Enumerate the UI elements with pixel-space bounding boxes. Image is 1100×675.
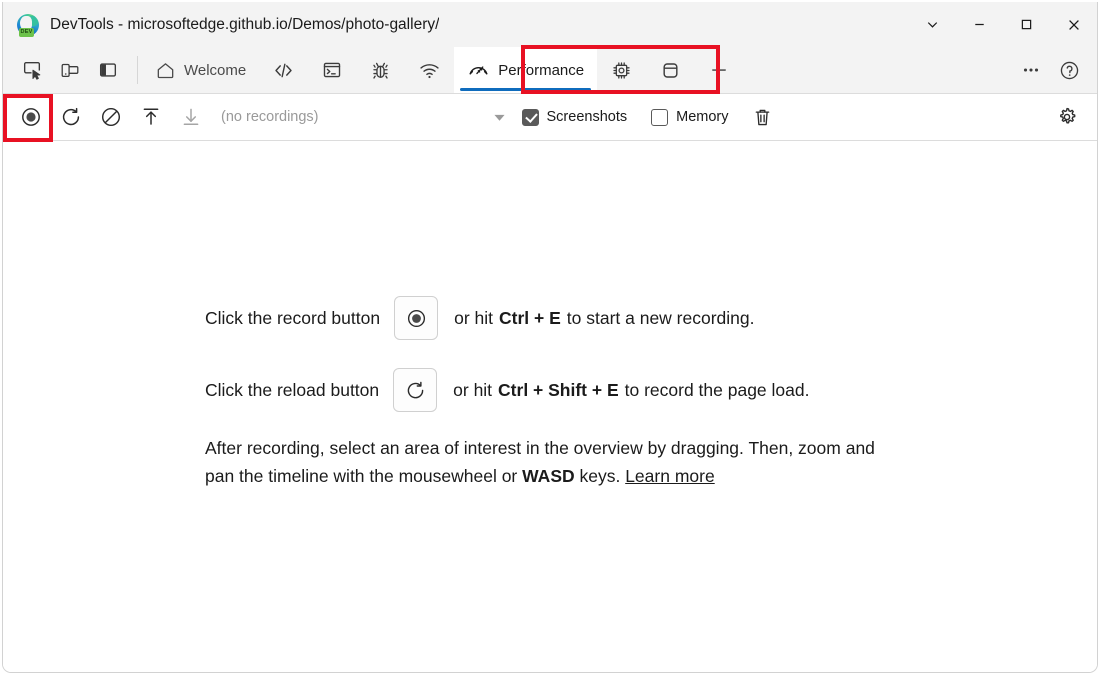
record-toolbar-right: [1047, 97, 1097, 137]
tab-application[interactable]: [646, 47, 695, 93]
hint-reload-mid: or hit: [453, 379, 493, 400]
hint-row-record: Click the record button or hit Ctrl + E …: [205, 296, 895, 340]
hint-reload-suffix: to record the page load.: [624, 379, 810, 400]
edge-logo-dev-badge: DEV: [19, 27, 34, 37]
hint-paragraph-bold: WASD: [522, 466, 575, 486]
title-bar-left: DEV DevTools - microsoftedge.github.io/D…: [3, 13, 909, 37]
hint-record-prefix: Click the record button: [205, 307, 381, 328]
hint-reload-shortcut: Ctrl + Shift + E: [498, 379, 619, 400]
record-button[interactable]: [11, 97, 51, 137]
tab-list: Welcome Performance: [142, 47, 1012, 93]
memory-checkbox-label: Memory: [676, 109, 729, 125]
hint-record-suffix: to start a new recording.: [566, 307, 755, 328]
devtools-window-root: DEV DevTools - microsoftedge.github.io/D…: [0, 0, 1100, 675]
bug-icon: [373, 62, 388, 79]
reload-and-record-button[interactable]: [51, 97, 91, 137]
tab-welcome[interactable]: Welcome: [142, 47, 259, 93]
more-options-icon[interactable]: [1012, 51, 1050, 89]
code-brackets-icon: [275, 63, 292, 77]
dock-side-icon[interactable]: [89, 51, 127, 89]
speedometer-icon: [469, 65, 488, 74]
screenshots-checkbox-box: [521, 108, 539, 126]
cpu-chip-icon: [613, 61, 630, 79]
settings-gear-icon[interactable]: [1047, 97, 1087, 137]
tab-sources[interactable]: [356, 47, 405, 93]
plus-icon: [712, 63, 727, 77]
hint-block: Click the record button or hit Ctrl + E …: [205, 296, 895, 490]
hint-record-mid: or hit: [454, 307, 493, 328]
hint-record-shortcut: Ctrl + E: [499, 307, 561, 328]
tab-network[interactable]: [405, 47, 454, 93]
close-button[interactable]: [1050, 2, 1097, 47]
save-profile-button[interactable]: [171, 97, 211, 137]
title-bar: DEV DevTools - microsoftedge.github.io/D…: [3, 2, 1097, 47]
window-title: DevTools - microsoftedge.github.io/Demos…: [50, 15, 440, 33]
performance-record-toolbar: (no recordings) Screenshots Memory: [3, 94, 1097, 141]
memory-checkbox[interactable]: Memory: [651, 108, 729, 126]
devtools-window: DEV DevTools - microsoftedge.github.io/D…: [2, 2, 1098, 673]
device-emulation-icon[interactable]: [51, 51, 89, 89]
inline-record-button[interactable]: [394, 296, 439, 340]
home-icon: [157, 62, 174, 78]
tab-console[interactable]: [308, 47, 356, 93]
hint-paragraph: After recording, select an area of inter…: [205, 434, 885, 490]
tab-bar-tool-group: [3, 47, 135, 93]
screenshots-checkbox-label: Screenshots: [546, 109, 628, 125]
recordings-status-label: (no recordings): [221, 109, 319, 125]
hint-reload-prefix: Click the reload button: [205, 379, 380, 400]
inline-reload-button[interactable]: [393, 368, 438, 412]
recordings-dropdown-caret-icon[interactable]: [486, 100, 514, 134]
delete-recording-button[interactable]: [743, 97, 783, 137]
window-controls: [909, 2, 1097, 47]
hint-paragraph-part2: keys.: [574, 466, 626, 486]
tab-bar-divider: [137, 56, 138, 84]
terminal-icon: [324, 62, 341, 78]
more-chevron-button[interactable]: [909, 2, 956, 47]
tab-welcome-label: Welcome: [184, 61, 247, 79]
screenshots-checkbox[interactable]: Screenshots: [521, 108, 628, 126]
memory-checkbox-box: [651, 108, 669, 126]
clear-recording-button[interactable]: [91, 97, 131, 137]
tab-elements[interactable]: [259, 47, 308, 93]
tab-memory[interactable]: [597, 47, 646, 93]
tab-more-tools[interactable]: [695, 47, 743, 93]
help-icon[interactable]: [1050, 51, 1088, 89]
performance-empty-state-panel: Click the record button or hit Ctrl + E …: [3, 141, 1097, 672]
database-icon: [663, 62, 678, 78]
tab-performance[interactable]: Performance: [454, 47, 598, 93]
tab-performance-label: Performance: [498, 61, 585, 79]
tab-bar-right-controls: [1012, 47, 1097, 93]
maximize-button[interactable]: [1003, 2, 1050, 47]
inspect-element-icon[interactable]: [13, 51, 51, 89]
load-profile-button[interactable]: [131, 97, 171, 137]
minimize-button[interactable]: [956, 2, 1003, 47]
learn-more-link[interactable]: Learn more: [625, 466, 715, 486]
devtools-tab-bar: Welcome Performance: [3, 47, 1097, 94]
wifi-icon: [420, 63, 439, 78]
edge-devtools-logo-icon: DEV: [17, 13, 39, 37]
hint-row-reload: Click the reload button or hit Ctrl + Sh…: [205, 368, 895, 412]
